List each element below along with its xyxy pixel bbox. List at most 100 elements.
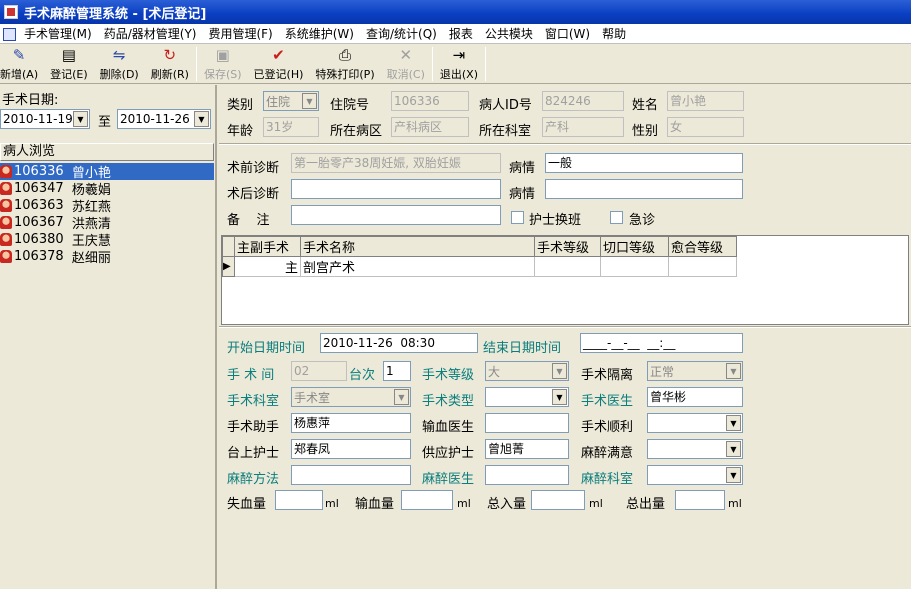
special-print-button[interactable]: ⎙ 特殊打印(P) xyxy=(309,44,380,84)
ml-unit-label: ml xyxy=(728,497,742,510)
list-item[interactable]: 106363 苏红燕 xyxy=(0,197,214,215)
surgery-level-select[interactable]: 大 ▼ xyxy=(485,361,569,381)
chevron-down-icon[interactable]: ▼ xyxy=(73,111,88,127)
save-button[interactable]: ▣ 保存(S) xyxy=(198,44,248,84)
menu-surgery[interactable]: 手术管理(M) xyxy=(18,25,98,42)
isolation-select[interactable]: 正常 ▼ xyxy=(647,361,743,381)
total-output-field[interactable] xyxy=(675,490,725,510)
chevron-down-icon[interactable]: ▼ xyxy=(726,441,741,457)
supply-nurse-field[interactable]: 曾旭菁 xyxy=(485,439,569,459)
scrub-nurse-label: 台上护士 xyxy=(227,446,280,461)
chevron-down-icon[interactable]: ▼ xyxy=(726,415,741,431)
register-icon: ▤ xyxy=(61,46,76,64)
menu-reports[interactable]: 报表 xyxy=(443,25,479,42)
chevron-down-icon[interactable]: ▼ xyxy=(194,111,209,127)
list-item[interactable]: 106367 洪燕清 xyxy=(0,214,214,232)
divider xyxy=(219,326,911,328)
anesthesia-satisfaction-select[interactable]: ▼ xyxy=(647,439,743,459)
refresh-button[interactable]: ↻ 刷新(R) xyxy=(145,44,195,84)
menu-public[interactable]: 公共模块 xyxy=(479,25,539,42)
register-button[interactable]: ▤ 登记(E) xyxy=(44,44,94,84)
exit-button[interactable]: ⇥ 退出(X) xyxy=(434,44,484,84)
operating-room-field[interactable]: 02 xyxy=(291,361,347,381)
name-field[interactable]: 曾小艳 xyxy=(667,91,744,111)
column-header[interactable]: 愈合等级 xyxy=(668,236,737,257)
scrub-nurse-field[interactable]: 郑春凤 xyxy=(291,439,411,459)
chevron-down-icon[interactable]: ▼ xyxy=(552,363,567,379)
sequence-field[interactable]: 1 xyxy=(383,361,411,381)
sex-field[interactable]: 女 xyxy=(667,117,744,137)
menu-system[interactable]: 系统维护(W) xyxy=(279,25,360,42)
table-cell[interactable] xyxy=(534,256,601,277)
app-icon xyxy=(4,5,18,19)
save-icon: ▣ xyxy=(215,46,230,64)
date-to-select[interactable]: 2010-11-26 ▼ xyxy=(117,109,211,129)
anesthesia-dept-select[interactable]: ▼ xyxy=(647,465,743,485)
blood-transfusion-field[interactable] xyxy=(401,490,453,510)
post-diagnosis-field[interactable] xyxy=(291,179,501,199)
admission-field[interactable]: 106336 xyxy=(391,91,469,111)
right-pane: 类别 住院 ▼ 住院号 106336 病人ID号 824246 姓名 曾小艳 年… xyxy=(219,85,911,589)
surgery-type-select[interactable]: ▼ xyxy=(485,387,569,407)
date-from-select[interactable]: 2010-11-19 ▼ xyxy=(0,109,90,129)
condition-field[interactable]: 一般 xyxy=(545,153,743,173)
column-header[interactable]: 手术等级 xyxy=(534,236,601,257)
list-item[interactable]: 106380 王庆慧 xyxy=(0,231,214,249)
total-input-field[interactable] xyxy=(531,490,585,510)
cancel-button[interactable]: ✕ 取消(C) xyxy=(381,44,431,84)
menu-drugs[interactable]: 药品/器材管理(Y) xyxy=(98,25,203,42)
admission-label: 住院号 xyxy=(330,98,370,113)
ward-field[interactable]: 产科病区 xyxy=(391,117,469,137)
table-row[interactable]: ▶ 主 剖宫产术 xyxy=(222,256,737,277)
pre-diagnosis-field[interactable]: 第一胎零产38周妊娠, 双胎妊娠 xyxy=(291,153,501,173)
new-button[interactable]: ✎ 新增(A) xyxy=(0,44,44,84)
column-header[interactable]: 切口等级 xyxy=(600,236,669,257)
patient-id-field[interactable]: 824246 xyxy=(542,91,624,111)
menu-window[interactable]: 窗口(W) xyxy=(539,25,596,42)
table-cell[interactable] xyxy=(600,256,669,277)
chevron-down-icon[interactable]: ▼ xyxy=(726,467,741,483)
chevron-down-icon[interactable]: ▼ xyxy=(726,363,741,379)
total-input-label: 总入量 xyxy=(487,497,527,512)
type-select[interactable]: 住院 ▼ xyxy=(263,91,319,111)
registered-button[interactable]: ✔ 已登记(H) xyxy=(248,44,310,84)
assistant-field[interactable]: 杨惠萍 xyxy=(291,413,411,433)
nurse-shift-checkbox[interactable] xyxy=(511,211,524,224)
surgery-grid[interactable]: 主副手术 手术名称 手术等级 切口等级 愈合等级 ▶ 主 剖宫产术 xyxy=(221,235,909,325)
age-field[interactable]: 31岁 xyxy=(263,117,319,137)
anesthesia-doctor-field[interactable] xyxy=(485,465,569,485)
surgeon-field[interactable]: 曾华彬 xyxy=(647,387,743,407)
delete-button[interactable]: ⇋ 删除(D) xyxy=(94,44,145,84)
chevron-down-icon[interactable]: ▼ xyxy=(394,389,409,405)
toolbar-separator xyxy=(431,47,433,81)
chevron-down-icon[interactable]: ▼ xyxy=(552,389,567,405)
surgery-dept-select[interactable]: 手术室 ▼ xyxy=(291,387,411,407)
menu-fees[interactable]: 费用管理(F) xyxy=(202,25,278,42)
surgery-smooth-select[interactable]: ▼ xyxy=(647,413,743,433)
menu-query[interactable]: 查询/统计(Q) xyxy=(360,25,443,42)
blood-loss-field[interactable] xyxy=(275,490,323,510)
supply-nurse-label: 供应护士 xyxy=(422,446,475,461)
table-cell[interactable]: 主 xyxy=(234,256,301,277)
post-diagnosis-label: 术后诊断 xyxy=(227,187,280,202)
emergency-checkbox[interactable] xyxy=(610,211,623,224)
menu-help[interactable]: 帮助 xyxy=(596,25,632,42)
remark-field[interactable] xyxy=(291,205,501,225)
end-datetime-field[interactable]: ____-__-__ __:__ xyxy=(580,333,743,353)
column-header[interactable]: 手术名称 xyxy=(300,236,535,257)
chevron-down-icon[interactable]: ▼ xyxy=(302,93,317,109)
dept-field[interactable]: 产科 xyxy=(542,117,624,137)
table-cell[interactable] xyxy=(668,256,737,277)
condition2-field[interactable] xyxy=(545,179,743,199)
anesthesia-dept-label: 麻醉科室 xyxy=(581,472,634,487)
document-icon[interactable] xyxy=(2,27,16,41)
list-item[interactable]: 106347 杨羲娟 xyxy=(0,180,214,198)
table-cell[interactable]: 剖宫产术 xyxy=(300,256,535,277)
transfusion-doctor-field[interactable] xyxy=(485,413,569,433)
cancel-icon: ✕ xyxy=(399,46,413,64)
start-datetime-field[interactable]: 2010-11-26 08:30 xyxy=(320,333,478,353)
column-header[interactable]: 主副手术 xyxy=(234,236,301,257)
anesthesia-method-field[interactable] xyxy=(291,465,411,485)
list-item[interactable]: 106378 赵细丽 xyxy=(0,248,214,266)
list-item[interactable]: 106336 曾小艳 xyxy=(0,163,214,181)
